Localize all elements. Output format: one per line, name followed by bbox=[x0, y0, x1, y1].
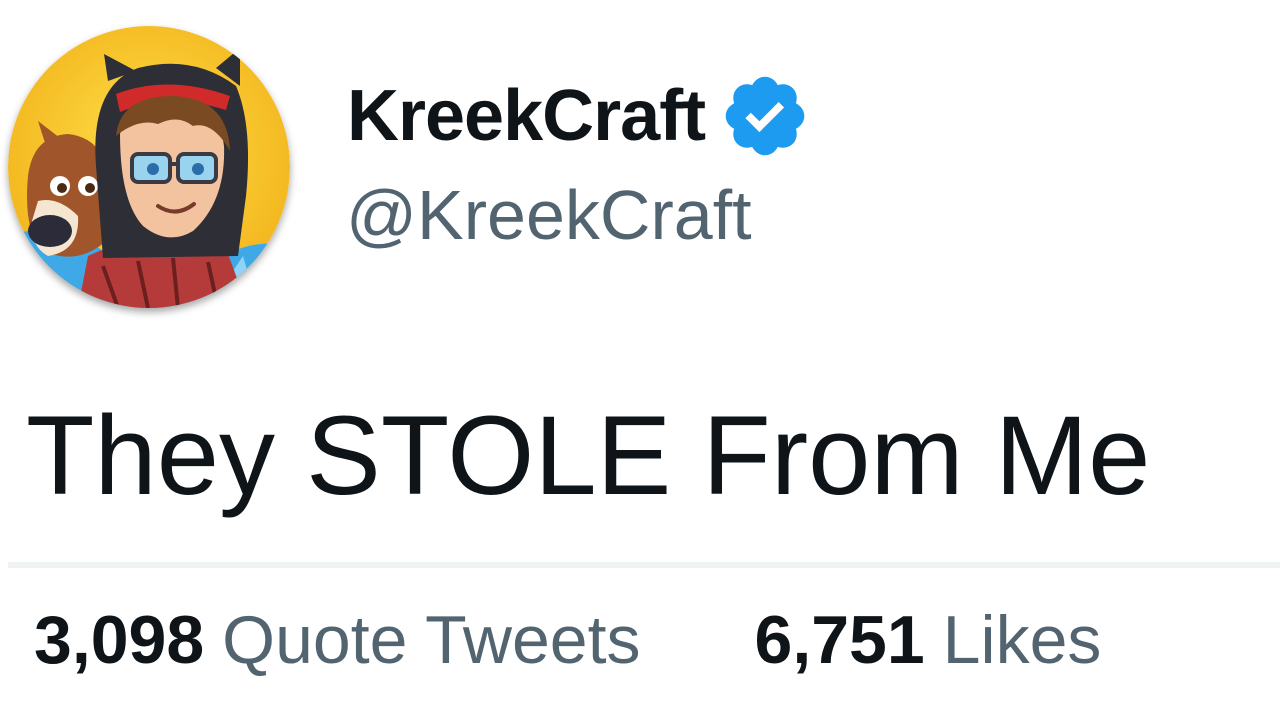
verified-badge-icon bbox=[725, 76, 805, 156]
likes-stat[interactable]: 6,751 Likes bbox=[755, 606, 1102, 674]
user-handle[interactable]: @KreekCraft bbox=[346, 180, 752, 250]
tweet-text: They STOLE From Me bbox=[26, 393, 1151, 518]
likes-count: 6,751 bbox=[754, 602, 925, 678]
avatar[interactable] bbox=[8, 26, 290, 308]
display-name[interactable]: KreekCraft bbox=[347, 80, 706, 152]
quote-tweets-label: Quote Tweets bbox=[222, 602, 641, 678]
divider bbox=[8, 562, 1280, 568]
tweet-stats: 3,098 Quote Tweets 6,751 Likes bbox=[34, 606, 1101, 674]
quote-tweets-count: 3,098 bbox=[34, 602, 205, 678]
display-name-row[interactable]: KreekCraft bbox=[347, 66, 811, 166]
likes-label: Likes bbox=[942, 602, 1102, 678]
avatar-image bbox=[8, 26, 290, 308]
quote-tweets-stat[interactable]: 3,098 Quote Tweets bbox=[34, 606, 641, 674]
